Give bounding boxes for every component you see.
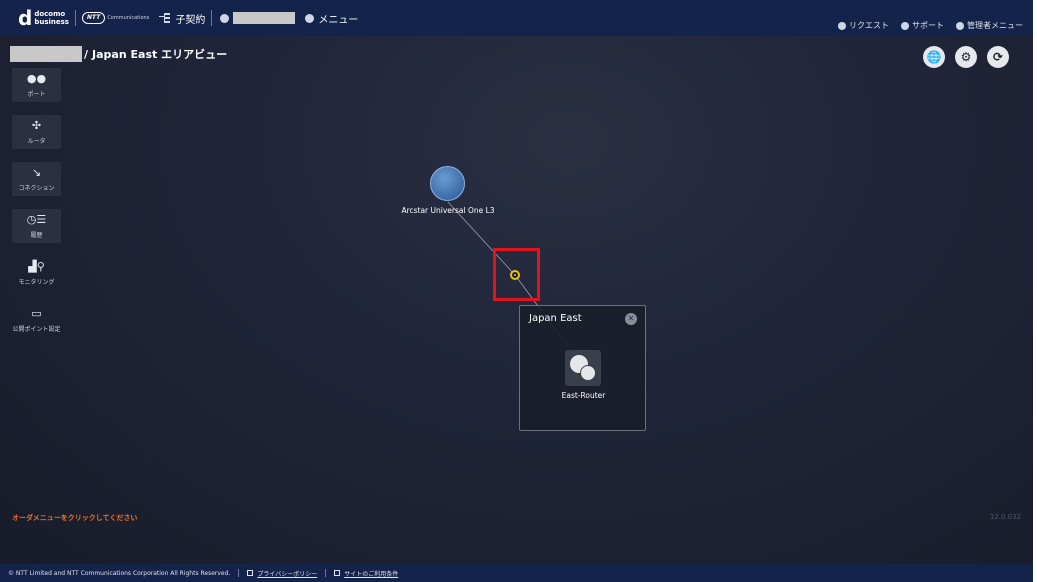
redacted-tenant-name [233,12,296,24]
divider [238,569,240,577]
history-icon: ◷☰ [26,212,47,226]
page-title: Japan East エリアビュー [92,48,228,61]
support-label: サポート [912,21,944,30]
terms-link[interactable]: サイトのご利用条件 [334,569,398,578]
area-title: Japan East [529,313,582,324]
monitor-icon: ▭ [31,306,42,320]
breadcrumb: / Japan East エリアビュー [10,46,227,62]
divider [325,569,327,577]
brand-mark: d [18,6,33,30]
cloud-node-label: Arcstar Universal One L3 [401,206,495,215]
ntt-logo-sub: Communications [107,15,150,21]
support-link[interactable]: サポート [901,20,944,31]
router-disc [580,365,596,381]
header: d docomo business NTT Communications 子契約… [0,0,1033,36]
external-link-icon [334,570,341,576]
globe-node-icon[interactable] [430,166,465,201]
sidebar-item-label: ポート [27,90,46,98]
privacy-link[interactable]: プライバシーポリシー [247,569,317,578]
copyright: © NTT Limited and NTT Communications Cor… [8,569,231,577]
sidebar-item-label: 履歴 [30,231,43,239]
router-label: East-Router [561,391,606,400]
menu-nav[interactable]: メニュー [305,11,358,26]
window-edge [1033,0,1037,582]
ntt-logo: NTT [81,12,106,24]
version-label: 12.0.032 [989,513,1021,521]
gear-icon [956,21,964,30]
port-icon: ●● [26,71,47,85]
header-right-links: リクエスト サポート 管理者メニュー [838,20,1023,31]
sidebar-item-connection[interactable]: ↘ コネクション [12,162,61,196]
footer: © NTT Limited and NTT Communications Cor… [0,564,1033,582]
globe-icon[interactable]: 🌐 [923,46,945,68]
subcontract-label: 子契約 [175,14,206,26]
area-box-japan-east[interactable]: Japan East ✕ East-Router [519,305,646,431]
tree-icon [159,12,171,24]
sidebar-item-history[interactable]: ◷☰ 履歴 [12,209,61,243]
sidebar-item-port[interactable]: ●● ポート [12,68,61,102]
settings-icon[interactable]: ⚙ [955,46,977,68]
tenant-icon [220,13,230,23]
sidebar-item-public-point[interactable]: ▭ 公開ポイント設定 [12,303,61,337]
view-tools: 🌐 ⚙ ⟳ [923,46,1009,68]
router-icon: ✣ [31,118,42,132]
subcontract-nav[interactable]: 子契約 [159,11,205,26]
sidebar-item-label: ルータ [27,137,46,145]
menu-label: メニュー [318,14,359,26]
menu-icon [305,13,315,23]
external-link-icon [247,570,254,576]
sidebar-item-router[interactable]: ✣ ルータ [12,115,61,149]
divider [74,10,76,26]
highlight-box [493,248,540,301]
close-icon[interactable]: ✕ [625,313,637,325]
privacy-label: プライバシーポリシー [257,570,318,578]
refresh-icon[interactable]: ⟳ [987,46,1009,68]
sidebar-item-label: 公開ポイント設定 [12,325,61,333]
admin-menu-label: 管理者メニュー [967,21,1023,30]
brand-text: docomo business [34,10,69,26]
topology-canvas[interactable]: / Japan East エリアビュー 🌐 ⚙ ⟳ ●● ポート ✣ ルータ ↘… [0,36,1033,564]
bell-icon [838,21,846,30]
divider [211,10,213,26]
monitoring-icon: ▟⚲ [28,259,45,273]
order-hint: オーダメニューをクリックしてください [12,514,138,522]
admin-menu-link[interactable]: 管理者メニュー [956,20,1023,31]
docomo-business-logo[interactable]: d docomo business [18,8,69,28]
redacted-breadcrumb-root[interactable] [10,46,82,62]
request-label: リクエスト [849,21,889,30]
sidebar-item-label: モニタリング [18,278,55,286]
request-link[interactable]: リクエスト [838,20,889,31]
sidebar-item-monitoring[interactable]: ▟⚲ モニタリング [12,256,61,290]
router-node-icon[interactable] [565,350,601,386]
brand-line-2: business [34,18,69,26]
sidebar-item-label: コネクション [18,184,55,192]
terms-label: サイトのご利用条件 [344,570,399,578]
breadcrumb-separator: / [84,47,89,61]
brand-line-1: docomo [34,10,66,18]
connection-icon: ↘ [31,165,42,179]
tenant-selector[interactable] [220,12,296,24]
order-sidebar: ●● ポート ✣ ルータ ↘ コネクション ◷☰ 履歴 ▟⚲ モニタリング ▭ … [12,68,62,350]
help-icon [901,21,909,30]
